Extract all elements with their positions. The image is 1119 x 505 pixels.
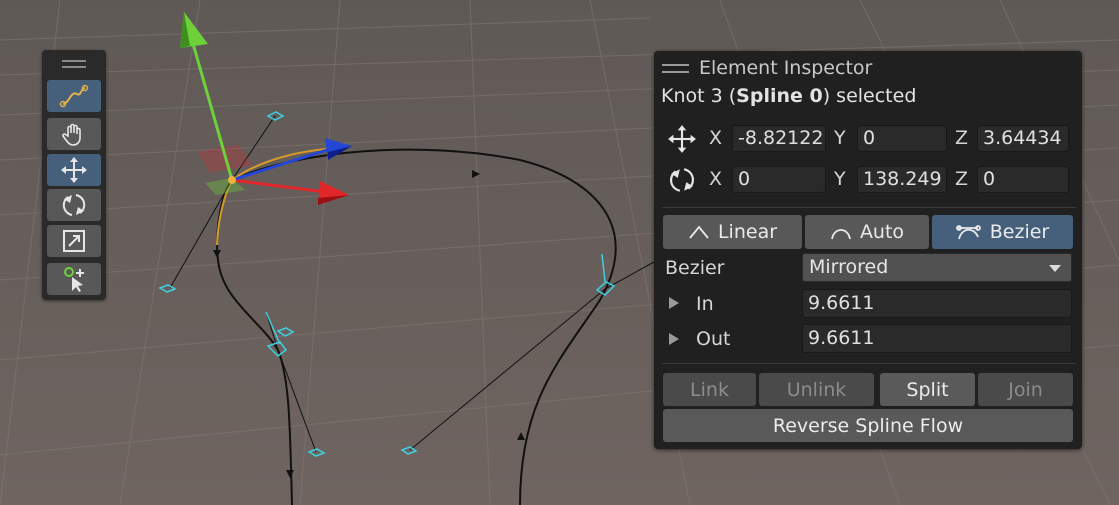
chevron-down-icon — [1049, 265, 1061, 272]
tools-overlay — [42, 50, 106, 300]
rotation-x-label: X — [709, 168, 723, 190]
auto-icon — [831, 229, 851, 240]
divider — [662, 207, 1076, 208]
element-inspector-panel: Element Inspector Knot 3 (Spline 0) sele… — [654, 51, 1082, 449]
out-foldout-arrow[interactable] — [669, 333, 679, 345]
reverse-spline-flow-button[interactable]: Reverse Spline Flow — [663, 409, 1073, 442]
rotation-z-field[interactable]: 0 — [977, 166, 1069, 193]
link-button[interactable]: Link — [663, 373, 756, 406]
position-x-label: X — [709, 127, 723, 149]
spline-name: Spline 0 — [736, 85, 823, 107]
hand-icon — [62, 123, 81, 146]
out-label: Out — [696, 328, 731, 350]
rotation-y-field[interactable]: 138.249 — [857, 166, 947, 193]
rotate-icon — [669, 168, 695, 192]
inspector-title: Element Inspector — [699, 57, 873, 79]
move-icon — [668, 125, 696, 153]
position-z-field[interactable]: 3.64434 — [977, 125, 1069, 152]
rotation-z-label: Z — [955, 168, 969, 190]
move-icon — [61, 157, 87, 183]
scale-tool-button[interactable] — [47, 225, 101, 257]
add-knot-tool-button[interactable] — [47, 263, 101, 295]
view-tool-button[interactable] — [47, 118, 101, 150]
spline-tool-button[interactable] — [47, 80, 101, 112]
move-tool-button[interactable] — [47, 154, 101, 186]
linear-icon — [689, 225, 709, 239]
split-button[interactable]: Split — [880, 373, 975, 406]
overlay-grip[interactable] — [62, 60, 86, 68]
spline-tool-icon — [59, 84, 89, 108]
bezier-mode-button[interactable]: Bezier — [932, 215, 1073, 249]
selection-status: Knot 3 (Spline 0) selected — [661, 85, 917, 107]
rotation-y-label: Y — [834, 168, 846, 190]
rotation-x-field[interactable]: 0 — [732, 166, 826, 193]
join-button[interactable]: Join — [978, 373, 1073, 406]
rotate-tool-button[interactable] — [47, 189, 101, 221]
in-label: In — [696, 293, 714, 315]
panel-grip[interactable] — [662, 63, 689, 73]
bezier-icon — [955, 225, 981, 240]
divider — [662, 363, 1076, 364]
position-x-field[interactable]: -8.82122 — [732, 125, 826, 152]
inspector-header[interactable]: Element Inspector — [662, 55, 872, 81]
scale-icon — [63, 230, 85, 252]
add-knot-icon — [64, 267, 84, 292]
position-y-label: Y — [834, 127, 846, 149]
bezier-mode-dropdown[interactable]: Mirrored — [802, 253, 1072, 282]
out-tangent-field[interactable]: 9.6611 — [802, 324, 1072, 353]
position-y-field[interactable]: 0 — [857, 125, 947, 152]
unlink-button[interactable]: Unlink — [759, 373, 874, 406]
in-tangent-field[interactable]: 9.6611 — [802, 289, 1072, 318]
in-foldout-arrow[interactable] — [669, 297, 679, 309]
auto-mode-button[interactable]: Auto — [805, 215, 929, 249]
linear-mode-button[interactable]: Linear — [663, 215, 802, 249]
rotate-icon — [62, 194, 86, 216]
position-z-label: Z — [955, 127, 969, 149]
bezier-label: Bezier — [665, 257, 725, 279]
